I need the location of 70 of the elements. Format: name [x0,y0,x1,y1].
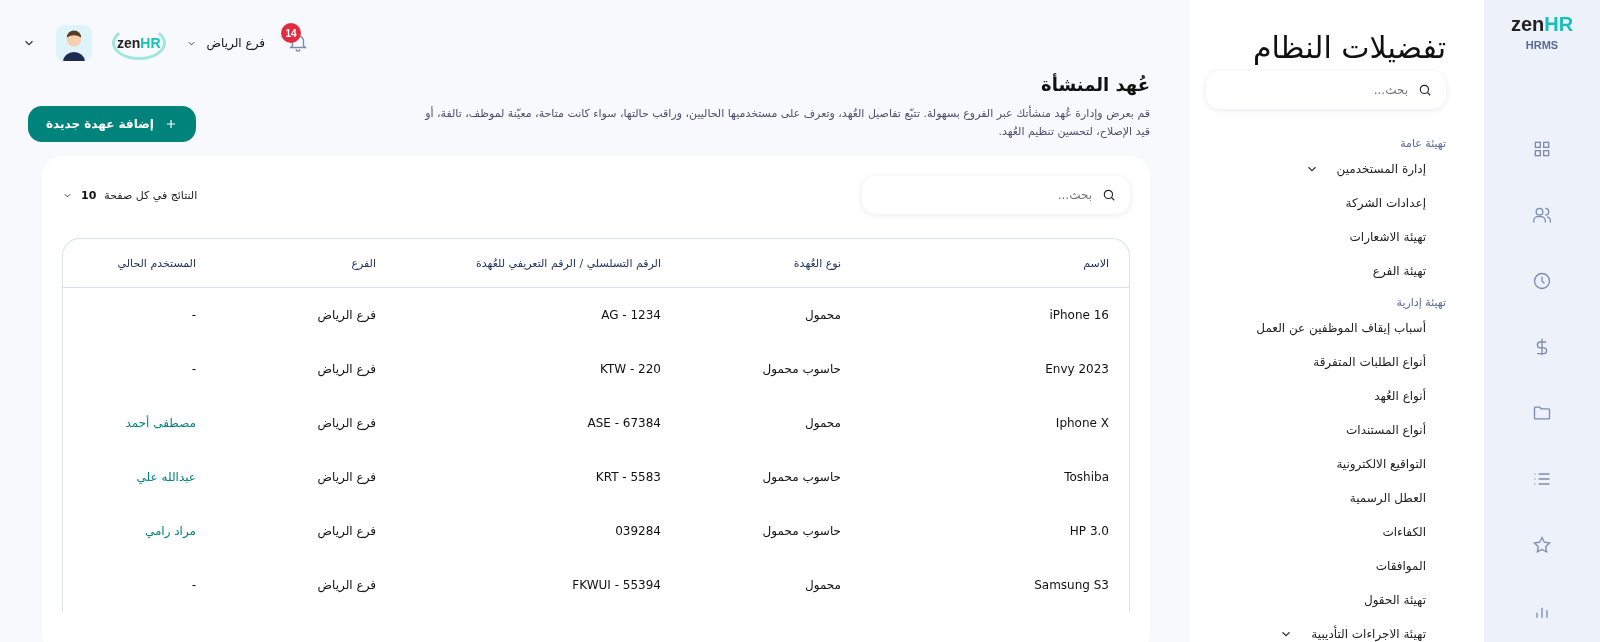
menu-item[interactable]: الموافقات [1375,555,1426,589]
menu-item[interactable]: الكفاءات [1382,521,1426,555]
column-header: الاسم [1082,256,1109,270]
column-header: نوع العُهدة [792,256,841,270]
user-link[interactable]: مراد رامي [83,524,196,538]
menu-item[interactable]: العطل الرسمية [1349,487,1426,521]
notification-badge: 14 [281,23,302,43]
add-button[interactable]: إضافة عهدة جديدة [28,106,196,142]
page-title: عُهد المنشأة [1040,74,1150,95]
table-cell-text: حاسوب محمول [761,470,841,484]
branch-dropdown[interactable]: فرع الرياض [185,36,266,50]
table-cell-text: حاسوب محمول [761,362,841,376]
table-cell-text: Toshiba [1063,470,1109,484]
table-cell-text: 039284 [614,524,661,538]
table-cell-text: HP 3.0 [1068,524,1109,538]
search-field[interactable]: بحث... [862,176,1130,214]
search-icon [1418,83,1432,97]
menu-item[interactable]: التواقيع الالكترونية [1336,453,1426,487]
page-description: قم بعرض وإدارة عُهد منشأتك عبر الفروع بسهولة. تتبّع تفاصيل العُهد، وتعرف على مستخدميها الحاليين، وراقب حالتها، سواء كانت متاحة، معيّنة لموظف، تالفة، أو قيد الإصلاح، لتحسين تنظيم العُهد. [423,105,1150,140]
table-cell-text: - [190,362,196,376]
column-header: الفرع [350,256,376,270]
panel-title: تفضيلات النظام [1251,30,1446,65]
menu-item[interactable]: أسباب إيقاف الموظفين عن العمل [1256,317,1426,351]
table-cell-text: Envy 2023 [1044,362,1109,376]
clock-icon[interactable] [1532,271,1552,291]
section-heading: تهيئة إدارية [1395,296,1446,309]
user-link[interactable]: مصطفى أحمد [83,416,196,430]
users-icon[interactable] [1532,205,1552,225]
table-cell-text: KTW - 220 [599,362,661,376]
table-cell-text: Iphone X [1054,416,1109,430]
menu-item[interactable]: تهيئة الاشعارات [1349,226,1426,260]
search-icon [1102,188,1116,202]
table-cell-text: فرع الرياض [316,416,376,430]
table-cell-text: فرع الرياض [316,362,376,376]
avatar[interactable] [56,25,92,61]
menu-item[interactable]: تهيئة الحقول [1363,589,1426,623]
table-cell-text: محمول [803,578,841,592]
table-cell-text: فرع الرياض [316,524,376,538]
table-cell-text: AG - 1234 [600,308,661,322]
grid-icon[interactable] [1532,139,1552,159]
table-cell-text: - [190,578,196,592]
table-cell-text: فرع الرياض [316,308,376,322]
table-cell-text: فرع الرياض [316,470,376,484]
table-cell-text: FKWUI - 55394 [571,578,661,592]
table-cell-text: KRT - 5583 [594,470,661,484]
table-cell-text: فرع الرياض [316,578,376,592]
table-cell-text: حاسوب محمول [761,524,841,538]
table-cell-text: محمول [803,308,841,322]
table-cell-text: - [190,308,196,322]
menu-dropdown-item[interactable]: تهيئة الاجراءات التأديبية [1279,623,1426,642]
star-icon[interactable] [1532,535,1552,555]
menu-item[interactable]: تهيئة الفرع [1372,260,1426,294]
section-heading: تهيئة عامة [1399,137,1446,150]
menu-dropdown-item[interactable]: إدارة المستخدمين [1304,158,1426,192]
menu-item[interactable]: أنواع المستندات [1346,419,1426,453]
column-header: الرقم التسلسلي / الرقم التعريفي للعُهدة [475,256,661,270]
table-cell-text: ASE - 67384 [586,416,661,430]
user-link[interactable]: عبدالله علي [83,470,196,484]
table-cell-text: iPhone 16 [1048,308,1109,322]
table-cell-text: Samsung S3 [1033,578,1109,592]
page-size-label: النتائج في كل صفحة [104,188,198,202]
page-size-dropdown[interactable]: 10 [62,188,97,202]
zenhr-logo: zenHR [1510,14,1574,34]
search-field[interactable]: بحث... [1206,71,1446,109]
table-cell-text: محمول [803,416,841,430]
menu-item[interactable]: إعدادات الشركة [1345,192,1426,226]
column-header: المستخدم الحالي [116,256,196,270]
menu-item[interactable]: أنواع الطلبات المتفرقة [1313,351,1426,385]
product-label: HRMS [1525,39,1559,51]
menu-item[interactable]: أنواع العُهد [1374,385,1426,419]
